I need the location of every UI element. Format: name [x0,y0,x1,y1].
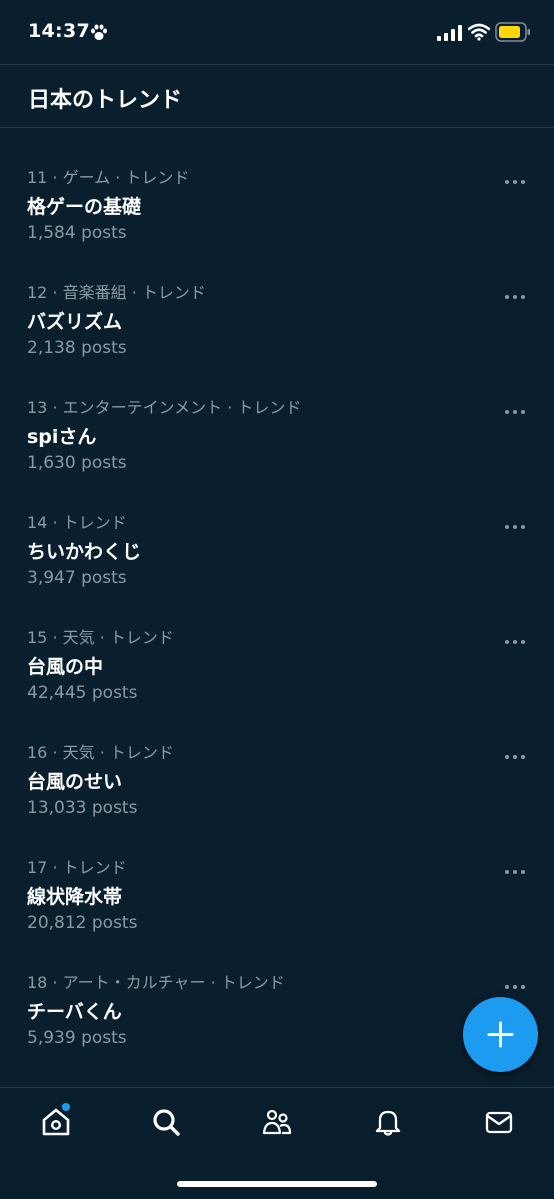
status-time: 14:37 [28,20,90,42]
trend-item[interactable]: 14 · トレンド ちいかわくじ 3,947 posts [0,505,554,620]
nav-search-tab[interactable] [150,1106,182,1138]
trend-item[interactable]: 13 · エンターテインメント · トレンド spiさん 1,630 posts [0,390,554,505]
trend-post-count: 5,939 posts [27,1028,127,1048]
trend-post-count: 13,033 posts [27,798,138,818]
compose-post-button[interactable] [463,997,538,1072]
trend-meta: 16 · 天気 · トレンド [27,743,174,762]
battery-icon [495,22,531,42]
wifi-icon [467,23,491,41]
trend-post-count: 2,138 posts [27,338,127,358]
trend-title[interactable]: バズリズム [27,307,122,334]
more-options-icon[interactable] [504,861,526,874]
trend-title[interactable]: spiさん [27,422,96,449]
trend-post-count: 20,812 posts [27,913,138,933]
nav-messages-tab[interactable] [483,1106,515,1138]
trend-item[interactable]: 12 · 音楽番組 · トレンド バズリズム 2,138 posts [0,275,554,390]
trend-title[interactable]: ちいかわくじ [27,537,141,564]
plus-icon [487,1021,514,1048]
trend-post-count: 1,630 posts [27,453,127,473]
trend-title[interactable]: 格ゲーの基礎 [27,192,141,219]
trend-meta: 12 · 音楽番組 · トレンド [27,283,206,302]
trend-post-count: 3,947 posts [27,568,127,588]
trend-meta: 14 · トレンド [27,513,127,532]
more-options-icon[interactable] [504,516,526,529]
trend-meta: 17 · トレンド [27,858,127,877]
page-title: 日本のトレンド [28,88,183,113]
more-options-icon[interactable] [504,401,526,414]
more-options-icon[interactable] [504,976,526,989]
trend-meta: 15 · 天気 · トレンド [27,628,174,647]
trend-title[interactable]: チーバくん [27,997,122,1024]
trend-item[interactable]: 11 · ゲーム · トレンド 格ゲーの基礎 1,584 posts [0,160,554,275]
trend-item[interactable]: 15 · 天気 · トレンド 台風の中 42,445 posts [0,620,554,735]
trend-meta: 11 · ゲーム · トレンド [27,168,190,187]
communities-icon [262,1109,292,1135]
trend-list: 11 · ゲーム · トレンド 格ゲーの基礎 1,584 posts 12 · … [0,160,554,1080]
nav-home-tab[interactable] [40,1103,72,1138]
trend-post-count: 1,584 posts [27,223,127,243]
bell-icon [375,1110,401,1136]
more-options-icon[interactable] [504,171,526,184]
search-icon [153,1109,180,1136]
trend-title[interactable]: 線状降水帯 [27,882,122,909]
trend-title[interactable]: 台風の中 [27,652,103,679]
signal-icon [437,25,462,41]
mail-icon [485,1111,513,1134]
trend-meta: 18 · アート・カルチャー · トレンド [27,973,285,992]
trend-item[interactable]: 17 · トレンド 線状降水帯 20,812 posts [0,850,554,965]
status-bar: 14:37 [0,0,554,64]
more-options-icon[interactable] [504,631,526,644]
header: 日本のトレンド [0,64,554,128]
trend-item[interactable]: 16 · 天気 · トレンド 台風のせい 13,033 posts [0,735,554,850]
trend-post-count: 42,445 posts [27,683,138,703]
notification-dot [62,1103,70,1111]
home-indicator[interactable] [177,1181,377,1187]
nav-communities-tab[interactable] [261,1106,293,1138]
nav-notifications-tab[interactable] [372,1106,404,1138]
trend-meta: 13 · エンターテインメント · トレンド [27,398,302,417]
paw-icon [90,24,108,42]
more-options-icon[interactable] [504,286,526,299]
trend-title[interactable]: 台風のせい [27,767,122,794]
more-options-icon[interactable] [504,746,526,759]
